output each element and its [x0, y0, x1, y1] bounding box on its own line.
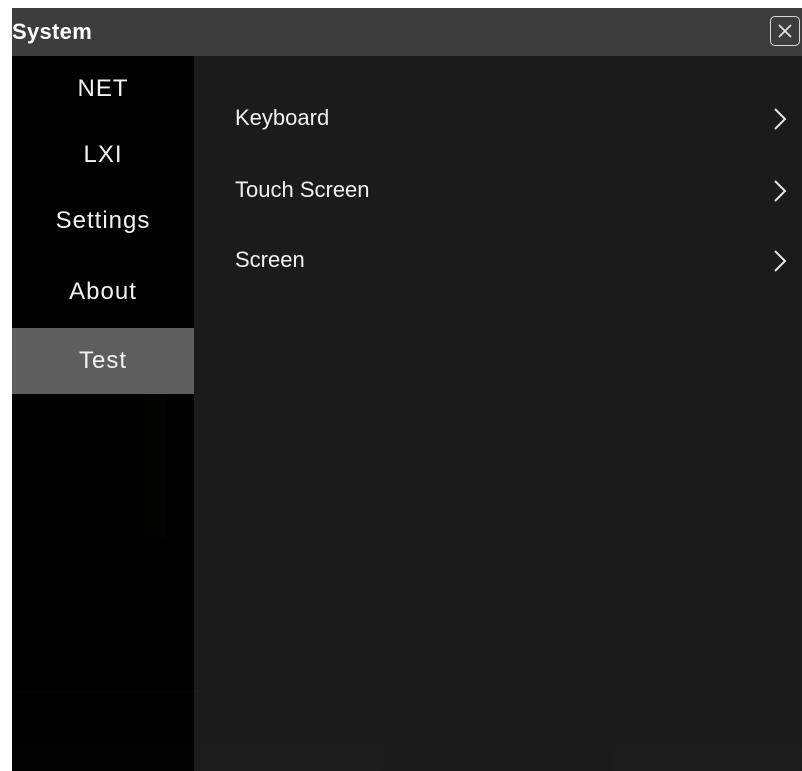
sidebar-item-test[interactable]: Test	[12, 328, 194, 394]
close-button[interactable]	[770, 16, 800, 46]
list-item-keyboard[interactable]: Keyboard	[194, 88, 802, 148]
list-item-screen[interactable]: Screen	[194, 230, 802, 290]
chevron-right-icon	[774, 180, 787, 202]
system-dialog: System NET LXI Settings About Test Keybo…	[12, 8, 802, 771]
sidebar-item-label: Test	[78, 347, 127, 374]
sidebar-item-about[interactable]: About	[12, 264, 194, 320]
chevron-right-icon	[774, 108, 787, 130]
chevron-right-icon	[774, 250, 787, 272]
sidebar-item-label: NET	[77, 75, 129, 102]
sidebar-item-lxi[interactable]: LXI	[12, 122, 194, 188]
sidebar-item-label: LXI	[83, 141, 123, 168]
title-bar: System	[12, 8, 802, 56]
sidebar-item-label: Settings	[55, 207, 151, 234]
window-title: System	[12, 19, 93, 44]
close-icon	[778, 24, 792, 38]
list-item-label: Keyboard	[235, 105, 330, 130]
sidebar: NET LXI Settings About Test	[12, 56, 194, 771]
sidebar-item-settings[interactable]: Settings	[12, 188, 194, 254]
list-item-touch-screen[interactable]: Touch Screen	[194, 160, 802, 220]
sidebar-item-label: About	[69, 278, 137, 305]
settings-panel: Keyboard Touch Screen Screen	[194, 56, 802, 771]
list-item-label: Touch Screen	[235, 177, 370, 202]
sidebar-item-net[interactable]: NET	[12, 56, 194, 122]
list-item-label: Screen	[235, 247, 305, 272]
